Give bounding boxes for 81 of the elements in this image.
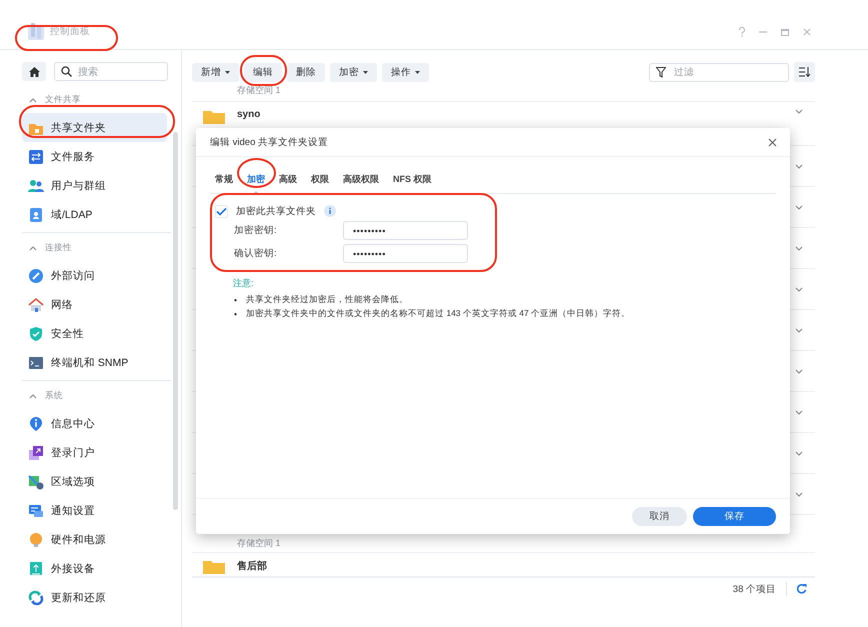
sidebar-item[interactable]: 登录门户	[22, 438, 167, 467]
toolbar-button[interactable]: 操作	[382, 62, 429, 82]
house-icon	[28, 296, 44, 312]
save-button[interactable]: 保存	[693, 507, 776, 526]
note-text: 加密共享文件夹中的文件或文件夹的名称不可超过 143 个英文字符或 47 个亚洲（中日韩）字符。	[246, 307, 630, 320]
item-count: 38 个项目	[732, 582, 776, 596]
folder-location: 存储空间 1	[237, 537, 281, 550]
dialog-tab[interactable]: 加密	[242, 166, 270, 193]
bullet-mark: •	[234, 308, 237, 320]
folder-icon	[203, 109, 225, 124]
sidebar-item[interactable]: 更新和还原	[22, 583, 167, 612]
refresh-icon	[28, 590, 44, 606]
expand-chevron-icon	[795, 450, 803, 456]
expand-chevron-icon	[795, 109, 803, 114]
sidebar-item[interactable]: 终端机和 SNMP	[22, 348, 167, 377]
chat-icon	[28, 502, 44, 518]
toolbar-button[interactable]: 加密	[330, 62, 377, 82]
filter-icon	[656, 66, 666, 78]
sidebar-item[interactable]: 信息中心	[22, 409, 167, 438]
info-icon[interactable]	[324, 205, 336, 217]
cancel-button[interactable]: 取消	[632, 507, 687, 526]
dialog-tab[interactable]: 常规	[210, 166, 238, 193]
scrollbar-thumb[interactable]	[173, 132, 178, 510]
checkbox-label[interactable]: 加密此共享文件夹	[236, 204, 316, 218]
annotation-oval	[237, 158, 276, 188]
dialog-tab[interactable]: NFS 权限	[388, 166, 437, 193]
person-card-icon	[28, 206, 44, 222]
folder-location: 存储空间 1	[237, 84, 281, 97]
map-icon	[28, 474, 44, 490]
dialog-title: 编辑 video 共享文件夹设置	[210, 136, 328, 148]
expand-chevron-icon	[795, 204, 803, 210]
bulb-icon	[28, 532, 44, 548]
expand-chevron-icon	[795, 410, 803, 414]
sidebar-item[interactable]: 外接设备	[22, 554, 167, 583]
sort-icon	[798, 67, 810, 77]
dialog-tab[interactable]: 高级权限	[338, 166, 384, 193]
sidebar-item[interactable]: 外部访问	[22, 261, 167, 290]
folder-icon	[203, 559, 225, 574]
terminal-icon	[28, 354, 44, 370]
sidebar-item[interactable]: 区域选项	[22, 467, 167, 496]
toolbar-button[interactable]: 编辑	[244, 62, 282, 82]
field-label: 加密密钥:	[234, 224, 278, 237]
sidebar-item[interactable]: 硬件和电源	[22, 525, 167, 554]
sidebar-item[interactable]: 用户与群组	[22, 171, 167, 200]
arrow-box-icon	[28, 444, 44, 460]
expand-chevron-icon	[795, 246, 803, 250]
password-field[interactable]: •••••••••	[343, 221, 468, 240]
sidebar-item[interactable]: 通知设置	[22, 496, 167, 525]
home-icon	[28, 66, 40, 76]
password-field[interactable]: •••••••••	[343, 244, 468, 263]
swap-icon	[28, 148, 44, 164]
field-label: 确认密钥:	[234, 247, 278, 260]
note-heading: 注意:	[233, 277, 255, 290]
sidebar-item[interactable]: 网络	[22, 290, 167, 319]
bullet-mark: •	[234, 294, 237, 306]
users-icon	[28, 178, 44, 194]
expand-chevron-icon	[795, 368, 803, 374]
folder-name: syno	[237, 109, 260, 120]
search-icon	[61, 66, 72, 77]
home-button[interactable]	[22, 62, 46, 81]
expand-chevron-icon	[795, 286, 803, 292]
folder-name: 售后部	[237, 560, 267, 573]
expand-chevron-icon	[795, 492, 803, 496]
close-icon[interactable]	[768, 138, 777, 146]
info-icon	[28, 416, 44, 432]
toolbar-button[interactable]: 新增	[192, 62, 239, 82]
sort-button[interactable]	[794, 62, 815, 82]
sidebar-item[interactable]: 共享文件夹	[22, 113, 167, 142]
expand-chevron-icon	[795, 164, 803, 168]
dialog-tab[interactable]: 权限	[306, 166, 334, 193]
toolbar-button[interactable]: 删除	[287, 62, 325, 82]
shield-icon	[28, 326, 44, 342]
note-text: 共享文件夹经过加密后，性能将会降低。	[246, 293, 408, 306]
refresh-icon[interactable]	[797, 584, 807, 594]
sidebar-item[interactable]: 文件服务	[22, 142, 167, 171]
expand-chevron-icon	[795, 328, 803, 332]
sidebar-item[interactable]: 域/LDAP	[22, 200, 167, 229]
upload-icon	[28, 560, 44, 576]
dialog-tab[interactable]: 高级	[274, 166, 302, 193]
checkbox[interactable]	[215, 204, 228, 218]
sidebar-item[interactable]: 安全性	[22, 319, 167, 348]
